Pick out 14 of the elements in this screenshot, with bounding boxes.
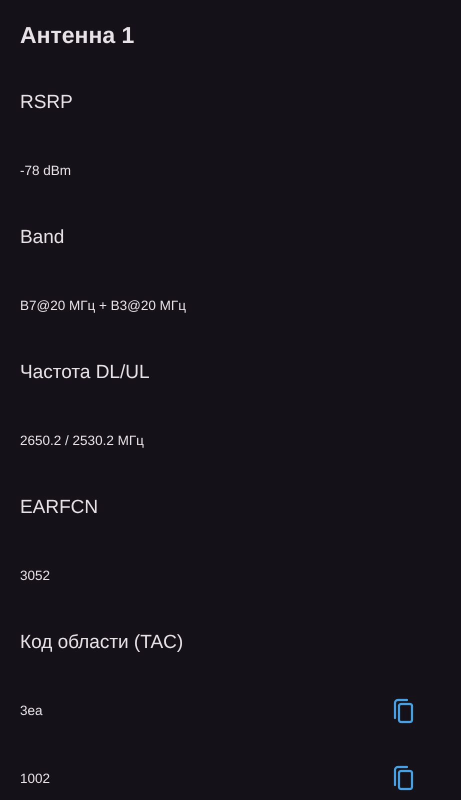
- field-label: Частота DL/UL: [20, 362, 150, 384]
- field-value: 2650.2 / 2530.2 МГц: [20, 433, 144, 448]
- field-value: 3ea: [20, 703, 43, 718]
- copy-icon[interactable]: [391, 765, 415, 792]
- field-label: Band: [20, 227, 64, 250]
- page-title: Антенна 1: [20, 22, 134, 50]
- field-label: Код области (TAC): [20, 632, 184, 654]
- field-value: -78 dBm: [20, 163, 72, 178]
- field-value: B7@20 МГц + B3@20 МГц: [20, 298, 186, 314]
- field-label: EARFCN: [20, 497, 98, 520]
- field-value: 3052: [20, 568, 50, 584]
- copy-icon[interactable]: [391, 698, 415, 724]
- field-label: RSRP: [20, 92, 73, 114]
- field-value: 1002: [20, 770, 50, 786]
